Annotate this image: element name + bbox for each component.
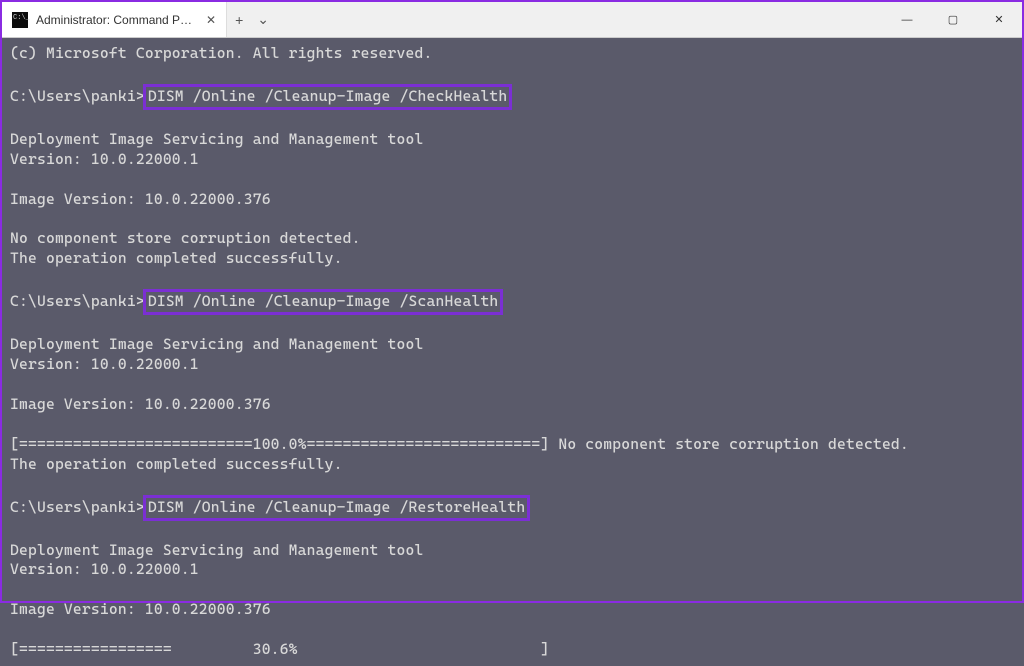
image-version-line: Image Version: 10.0.22000.376 (10, 190, 1014, 210)
blank-line (10, 269, 1014, 289)
blank-line (10, 375, 1014, 395)
blank-line (10, 110, 1014, 130)
tab-dropdown-button[interactable]: ⌄ (257, 11, 269, 28)
success-line: The operation completed successfully. (10, 249, 1014, 269)
titlebar: Administrator: Command Promp ✕ + ⌄ — ▢ ✕ (2, 2, 1022, 38)
prompt-text: C:\Users\panki> (10, 87, 145, 105)
no-corruption-line: No component store corruption detected. (10, 229, 1014, 249)
copyright-line: (c) Microsoft Corporation. All rights re… (10, 44, 1014, 64)
prompt-line-3: C:\Users\panki>DISM /Online /Cleanup-Ima… (10, 495, 1014, 521)
prompt-line-1: C:\Users\panki>DISM /Online /Cleanup-Ima… (10, 84, 1014, 110)
tab-actions: + ⌄ (227, 11, 277, 28)
version-line: Version: 10.0.22000.1 (10, 355, 1014, 375)
blank-line (10, 620, 1014, 640)
image-version-line: Image Version: 10.0.22000.376 (10, 600, 1014, 620)
version-line: Version: 10.0.22000.1 (10, 560, 1014, 580)
terminal-body[interactable]: (c) Microsoft Corporation. All rights re… (2, 38, 1022, 666)
prompt-line-2: C:\Users\panki>DISM /Online /Cleanup-Ima… (10, 289, 1014, 315)
cmd-icon (12, 12, 28, 28)
tool-line: Deployment Image Servicing and Managemen… (10, 335, 1014, 355)
prompt-text: C:\Users\panki> (10, 292, 145, 310)
tool-line: Deployment Image Servicing and Managemen… (10, 130, 1014, 150)
blank-line (10, 521, 1014, 541)
tab-close-button[interactable]: ✕ (206, 13, 216, 27)
cmd-restorehealth: DISM /Online /Cleanup-Image /RestoreHeal… (143, 495, 531, 521)
new-tab-button[interactable]: + (235, 12, 243, 28)
tool-line: Deployment Image Servicing and Managemen… (10, 541, 1014, 561)
image-version-line: Image Version: 10.0.22000.376 (10, 395, 1014, 415)
maximize-button[interactable]: ▢ (930, 2, 976, 37)
prompt-text: C:\Users\panki> (10, 498, 145, 516)
progress-100-line: [==========================100.0%=======… (10, 435, 1014, 455)
tab-title: Administrator: Command Promp (36, 13, 196, 27)
close-button[interactable]: ✕ (976, 2, 1022, 37)
success-line: The operation completed successfully. (10, 455, 1014, 475)
blank-line (10, 315, 1014, 335)
blank-line (10, 475, 1014, 495)
cmd-checkhealth: DISM /Online /Cleanup-Image /CheckHealth (143, 84, 513, 110)
minimize-button[interactable]: — (884, 2, 930, 37)
blank-line (10, 64, 1014, 84)
progress-30-line: [================= 30.6% ] (10, 640, 1014, 660)
window-tab[interactable]: Administrator: Command Promp ✕ (2, 2, 227, 37)
blank-line (10, 580, 1014, 600)
cmd-scanhealth: DISM /Online /Cleanup-Image /ScanHealth (143, 289, 504, 315)
blank-line (10, 170, 1014, 190)
blank-line (10, 415, 1014, 435)
blank-line (10, 210, 1014, 230)
version-line: Version: 10.0.22000.1 (10, 150, 1014, 170)
window-controls: — ▢ ✕ (884, 2, 1022, 37)
